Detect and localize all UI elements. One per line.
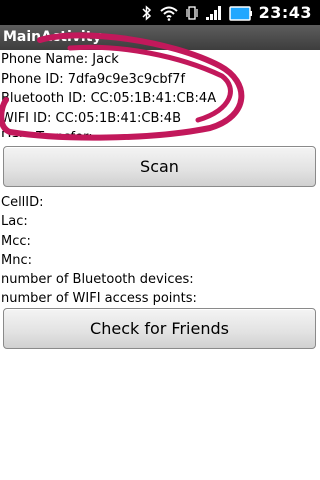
bluetooth-id-text: Bluetooth ID: CC:05:1B:41:CB:4A <box>1 91 217 106</box>
phone-name-text: Phone Name: Jack <box>1 52 119 67</box>
mcc-text: Mcc: <box>1 233 31 249</box>
app-title: MainActivity <box>0 25 320 50</box>
wifi-icon <box>159 5 179 21</box>
status-bar: 23:43 <box>0 0 320 25</box>
clock: 23:43 <box>258 3 312 22</box>
scan-button[interactable]: Scan <box>3 146 316 187</box>
lac-text: Lac: <box>1 214 28 230</box>
vibrate-icon <box>185 5 199 21</box>
mnc-text: Mnc: <box>1 252 32 268</box>
cell-info: CellID: Lac: Mcc: Mnc: number of Bluetoo… <box>1 193 319 309</box>
phone-info: Phone Name: Jack Phone ID: 7dfa9c9e3c9cb… <box>1 50 319 137</box>
wifi-count-text: number of WIFI access points: <box>1 291 197 307</box>
check-friends-button[interactable]: Check for Friends <box>3 308 316 349</box>
wifi-id-text: WIFI ID: CC:05:1B:41:CB:4B <box>1 110 182 126</box>
signal-icon <box>205 5 223 21</box>
cell-id-text: CellID: <box>1 195 44 210</box>
bluetooth-icon <box>141 4 153 21</box>
bluetooth-count-text: number of Bluetooth devices: <box>1 272 194 288</box>
status-icons: 23:43 <box>141 0 312 25</box>
battery-icon <box>228 5 253 21</box>
data-transfer-text: Data Transfer: <box>1 128 319 137</box>
phone-id-text: Phone ID: 7dfa9c9e3c9cbf7f <box>1 71 186 87</box>
